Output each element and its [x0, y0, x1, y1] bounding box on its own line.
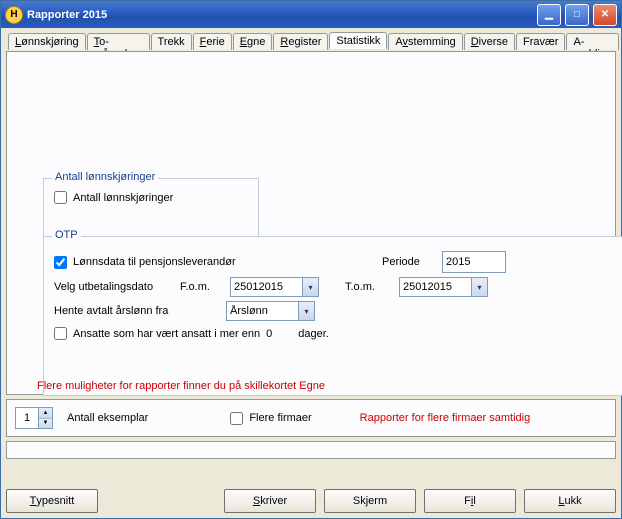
- fom-label: F.o.m.: [180, 281, 222, 293]
- periode-input[interactable]: [442, 251, 506, 273]
- chevron-down-icon[interactable]: ▾: [302, 278, 318, 296]
- app-icon: H: [5, 6, 23, 24]
- chevron-down-icon[interactable]: ▾: [471, 278, 487, 296]
- antall-input[interactable]: [16, 408, 38, 428]
- periode-label: Periode: [382, 256, 434, 268]
- tab-a-melding[interactable]: A-melding: [566, 33, 619, 50]
- tom-combo[interactable]: ▾: [399, 277, 488, 297]
- fom-combo[interactable]: ▾: [230, 277, 319, 297]
- antall-spinner[interactable]: ▲ ▼: [15, 407, 53, 429]
- checkbox-antall-lonnskjoringer[interactable]: Antall lønnskjøringer: [54, 191, 248, 204]
- ansatte-value: 0: [266, 328, 272, 340]
- tab-register[interactable]: Register: [273, 33, 328, 50]
- velg-label: Velg utbetalingsdato: [54, 281, 172, 293]
- tabstrip: LønnskjøringTo-månedersTrekkFerieEgneReg…: [8, 32, 616, 51]
- hint-text: Flere muligheter for rapporter finner du…: [37, 380, 325, 392]
- tom-label: T.o.m.: [345, 281, 391, 293]
- tab-statistikk[interactable]: Statistikk: [329, 32, 387, 49]
- tom-input[interactable]: [400, 278, 471, 296]
- ansatte-suffix: dager.: [298, 328, 329, 340]
- tab-to-måneders[interactable]: To-måneders: [87, 33, 150, 50]
- window: H Rapporter 2015 ▁ □ ✕ LønnskjøringTo-må…: [0, 0, 622, 519]
- checkbox-label: Flere firmaer: [249, 412, 311, 424]
- red-note: Rapporter for flere firmaer samtidig: [360, 412, 531, 424]
- lower-panel: ▲ ▼ Antall eksemplar Flere firmaer Rappo…: [6, 399, 616, 437]
- tab-avstemming[interactable]: Avstemming: [388, 33, 462, 50]
- tab-panel-statistikk: Antall lønnskjøringer Antall lønnskjørin…: [6, 51, 616, 395]
- bottom-bar: Typesnitt Skriver Skjerm Fil Lukk: [6, 481, 616, 513]
- checkbox-ansatte-input[interactable]: [54, 327, 67, 340]
- group-legend: OTP: [52, 229, 81, 241]
- hente-label: Hente avtalt årslønn fra: [54, 305, 218, 317]
- titlebar: H Rapporter 2015 ▁ □ ✕: [1, 1, 621, 28]
- skriver-button[interactable]: Skriver: [224, 489, 316, 513]
- hente-input[interactable]: [227, 302, 298, 320]
- tab-trekk[interactable]: Trekk: [151, 33, 192, 50]
- status-strip: [6, 441, 616, 459]
- checkbox-lonnsdata-input[interactable]: [54, 256, 67, 269]
- fil-button[interactable]: Fil: [424, 489, 516, 513]
- close-button[interactable]: ✕: [593, 4, 617, 26]
- tab-egne[interactable]: Egne: [233, 33, 273, 50]
- tab-diverse[interactable]: Diverse: [464, 33, 515, 50]
- skjerm-button[interactable]: Skjerm: [324, 489, 416, 513]
- client-area: LønnskjøringTo-månedersTrekkFerieEgneReg…: [1, 28, 621, 518]
- minimize-button[interactable]: ▁: [537, 4, 561, 26]
- chevron-down-icon[interactable]: ▾: [298, 302, 314, 320]
- maximize-button[interactable]: □: [565, 4, 589, 26]
- ansatte-prefix: Ansatte som har vært ansatt i mer enn: [73, 328, 260, 340]
- spinner-up[interactable]: ▲: [39, 408, 52, 419]
- hente-combo[interactable]: ▾: [226, 301, 315, 321]
- lukk-button[interactable]: Lukk: [524, 489, 616, 513]
- checkbox-antall-lonnskjoringer-input[interactable]: [54, 191, 67, 204]
- tab-ferie[interactable]: Ferie: [193, 33, 232, 50]
- window-title: Rapporter 2015: [27, 9, 107, 21]
- group-otp: OTP Lønnsdata til pensjonsleverandør Per…: [43, 236, 622, 396]
- checkbox-flere-firmaer[interactable]: Flere firmaer: [230, 412, 311, 425]
- typesnitt-button[interactable]: Typesnitt: [6, 489, 98, 513]
- spinner-down[interactable]: ▼: [39, 419, 52, 429]
- group-legend: Antall lønnskjøringer: [52, 171, 158, 183]
- fom-input[interactable]: [231, 278, 302, 296]
- checkbox-flere-firmaer-input[interactable]: [230, 412, 243, 425]
- checkbox-label: Antall lønnskjøringer: [73, 192, 173, 204]
- tab-lønnskjøring[interactable]: Lønnskjøring: [8, 33, 86, 50]
- checkbox-lonnsdata[interactable]: Lønnsdata til pensjonsleverandør: [54, 256, 284, 269]
- antall-label: Antall eksemplar: [67, 412, 148, 424]
- tab-fravær[interactable]: Fravær: [516, 33, 565, 50]
- checkbox-ansatte[interactable]: Ansatte som har vært ansatt i mer enn 0: [54, 327, 272, 340]
- checkbox-label: Lønnsdata til pensjonsleverandør: [73, 256, 236, 268]
